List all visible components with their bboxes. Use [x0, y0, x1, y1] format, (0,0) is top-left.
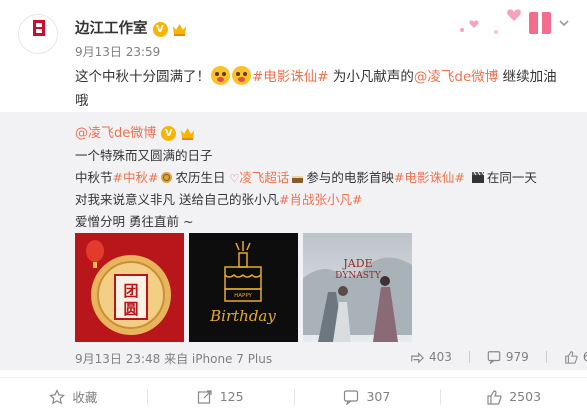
verified-icon: V — [161, 126, 177, 141]
repost-text-part: 农历生日 — [175, 170, 226, 185]
repost-image-mooncake[interactable]: 团 圆 — [75, 233, 184, 342]
share-icon[interactable] — [410, 350, 424, 364]
repost-like-count[interactable]: 6675 — [583, 350, 587, 364]
repost-author-name[interactable]: @凌飞de微博 — [75, 126, 156, 141]
post-text-part: 这个中秋十分圆满了！ — [75, 69, 210, 85]
repost-stats: 403 979 6675 — [410, 350, 587, 364]
vip-icon — [181, 128, 195, 140]
repost-image-poster[interactable]: JADE DYNASTY — [303, 233, 412, 342]
weibo-post-card: 边江工作室 V 9月13日 23:59 这个中秋十分圆满了！ #电影诛仙# 为小凡献… — [0, 0, 587, 415]
laugh-emoji-icon — [232, 66, 251, 85]
repost-comment-count[interactable]: 979 — [506, 350, 529, 364]
divider — [545, 351, 547, 363]
heart-icon: ♡ — [229, 172, 240, 185]
repost-line: 一个特殊而又圆满的日子 — [75, 148, 213, 163]
mooncake-text-2: 圆 — [123, 300, 138, 318]
author-name[interactable]: 边江工作室 V — [75, 17, 188, 38]
poster-title-1: JADE — [342, 257, 372, 270]
repost-text-part: 对我来说意义非凡 送给自己的张小凡 — [75, 192, 279, 207]
post-time[interactable]: 9月13日 23:59 — [75, 43, 160, 60]
like-count: 2503 — [509, 389, 542, 404]
verified-icon: V — [152, 21, 168, 37]
divider — [468, 351, 470, 363]
mooncake-text-1: 团 — [123, 282, 138, 300]
cake-emoji-icon — [292, 176, 304, 183]
birthday-happy-text: HAPPY — [234, 293, 252, 299]
repost-block[interactable]: @凌飞de微博 V 一个特殊而又圆满的日子 中秋节#中秋# 农历生日 ♡凌飞超话 参与… — [0, 112, 587, 370]
repost-author[interactable]: @凌飞de微博 V — [75, 122, 196, 141]
mooncake-emoji-icon — [161, 172, 173, 183]
star-icon — [49, 388, 66, 404]
laugh-emoji-icon — [211, 66, 230, 85]
thumbs-up-icon — [487, 389, 502, 405]
repost-image-birthday[interactable]: HAPPY Birthday — [189, 233, 298, 342]
repost-text-part: 在同一天 — [486, 170, 537, 185]
topic-link[interactable]: #肖战张小凡# — [279, 192, 362, 207]
action-bar: 收藏 125 307 2503 — [0, 377, 587, 415]
chevron-down-icon[interactable] — [557, 16, 571, 30]
repost-line: 中秋节#中秋# 农历生日 ♡凌飞超话 参与的电影首映#电影诛仙# 在同一天 — [75, 167, 537, 186]
topic-link[interactable]: #电影诛仙# — [252, 69, 329, 85]
favorite-button[interactable]: 收藏 — [0, 378, 147, 415]
festive-decoration-icon — [460, 9, 551, 34]
repost-text-part: 参与的电影首映 — [306, 170, 394, 185]
repost-line: 爱憎分明 勇往直前 ~ — [75, 214, 194, 229]
birthday-text: Birthday — [209, 307, 276, 325]
super-topic-link[interactable]: 凌飞超话 — [239, 170, 289, 185]
vip-icon — [172, 23, 186, 36]
favorite-label: 收藏 — [72, 390, 98, 405]
author-avatar[interactable] — [18, 14, 58, 54]
topic-link[interactable]: #中秋# — [113, 170, 159, 185]
repost-text-part: 中秋节 — [75, 170, 113, 185]
repost-share-count[interactable]: 403 — [429, 350, 452, 364]
topic-link[interactable]: #电影诛仙# — [394, 170, 465, 185]
post-text-part: 为小凡献声的 — [328, 69, 414, 85]
mention-link[interactable]: @凌飞de微博 — [414, 69, 498, 85]
poster-title-2: DYNASTY — [335, 271, 382, 281]
author-name-text[interactable]: 边江工作室 — [75, 21, 148, 37]
share-icon — [197, 389, 212, 404]
comment-count: 307 — [366, 389, 391, 404]
share-button[interactable]: 125 — [146, 378, 294, 415]
share-count: 125 — [219, 389, 244, 404]
repost-meta[interactable]: 9月13日 23:48 来自 iPhone 7 Plus — [75, 350, 272, 367]
like-button[interactable]: 2503 — [440, 378, 587, 415]
comment-button[interactable]: 307 — [293, 378, 441, 415]
repost-line: 对我来说意义非凡 送给自己的张小凡#肖战张小凡# — [75, 189, 362, 208]
clapperboard-icon — [471, 171, 485, 183]
thumbs-up-icon[interactable] — [564, 350, 578, 364]
comment-icon — [344, 389, 359, 405]
comment-icon[interactable] — [487, 350, 501, 364]
